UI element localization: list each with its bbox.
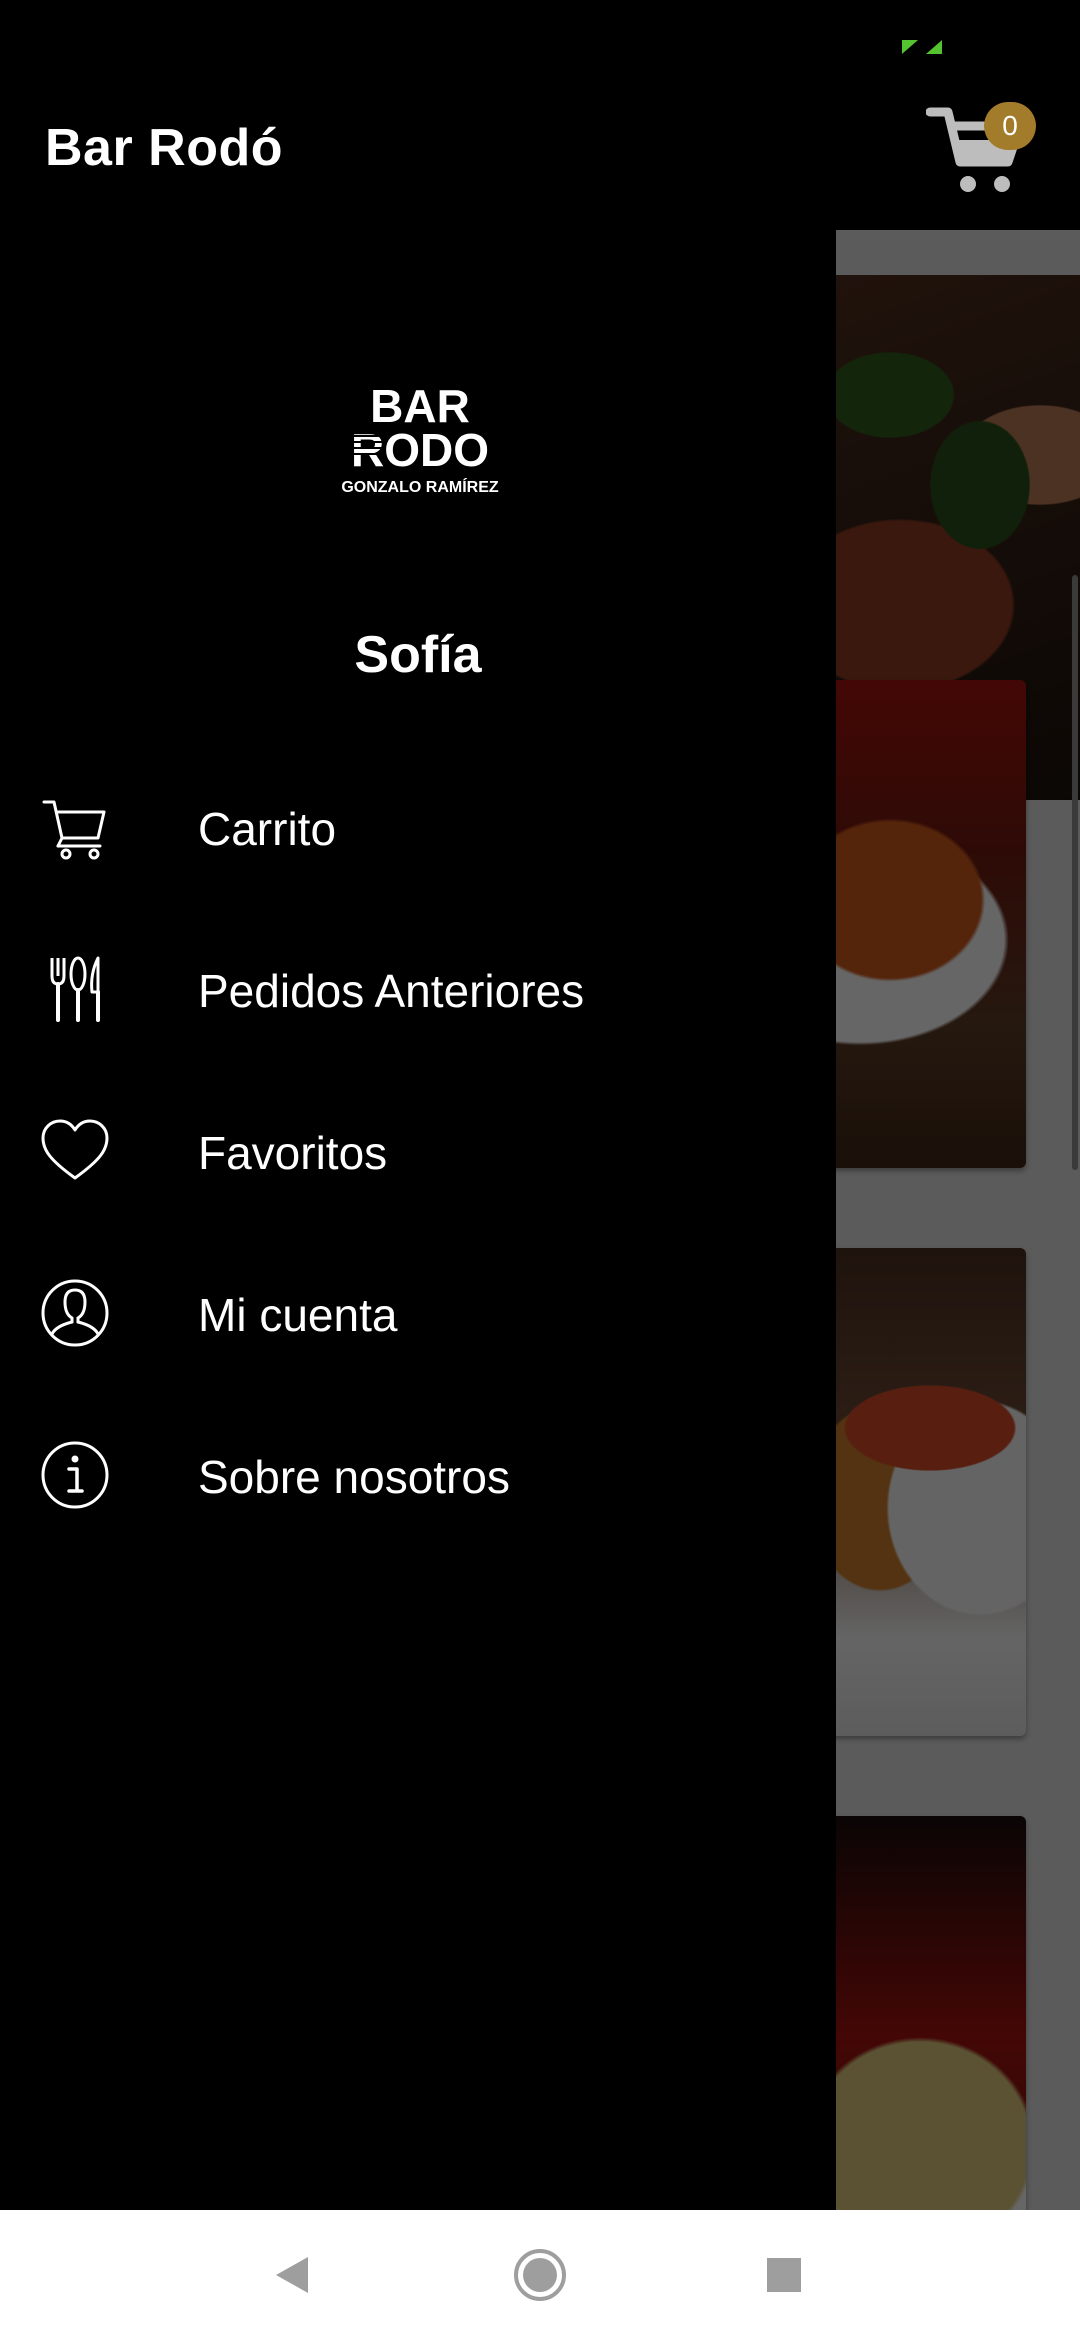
navigation-drawer: BAR RODO GONZALO RAMÍREZ Sofía Carrito P… [0,230,836,2210]
menu-item-label: Mi cuenta [198,1289,398,1341]
svg-text:RODO: RODO [351,424,489,476]
fork-knife-icon [50,956,100,1022]
menu-item-carrito[interactable]: Carrito [0,752,836,902]
cart-count-badge: 0 [984,102,1036,150]
menu-item-sobre-nosotros[interactable]: Sobre nosotros [0,1400,836,1550]
app-bar: Bar Rodó 0 [0,0,1080,230]
menu-item-favoritos[interactable]: Favoritos [0,1076,836,1226]
user-icon [41,1279,109,1347]
user-name: Sofía [354,626,482,684]
recents-icon[interactable] [754,2245,814,2305]
svg-text:GONZALO RAMÍREZ: GONZALO RAMÍREZ [341,477,499,496]
menu-item-label: Favoritos [198,1127,388,1179]
back-icon[interactable] [262,2245,322,2305]
system-nav-bar [0,2210,1080,2340]
menu-item-label: Sobre nosotros [198,1451,510,1503]
app-title: Bar Rodó [45,119,283,177]
menu-item-mi-cuenta[interactable]: Mi cuenta [0,1238,836,1388]
status-signal-icon [902,40,942,54]
cart-icon [42,800,106,860]
bar-rodo-logo: BAR RODO GONZALO RAMÍREZ [330,380,499,496]
info-icon [41,1441,109,1509]
menu-item-label: Pedidos Anteriores [198,965,585,1017]
heart-icon [41,1119,109,1180]
menu-item-pedidos-anteriores[interactable]: Pedidos Anteriores [0,914,836,1064]
home-icon[interactable] [510,2245,570,2305]
menu-item-label: Carrito [198,803,337,855]
